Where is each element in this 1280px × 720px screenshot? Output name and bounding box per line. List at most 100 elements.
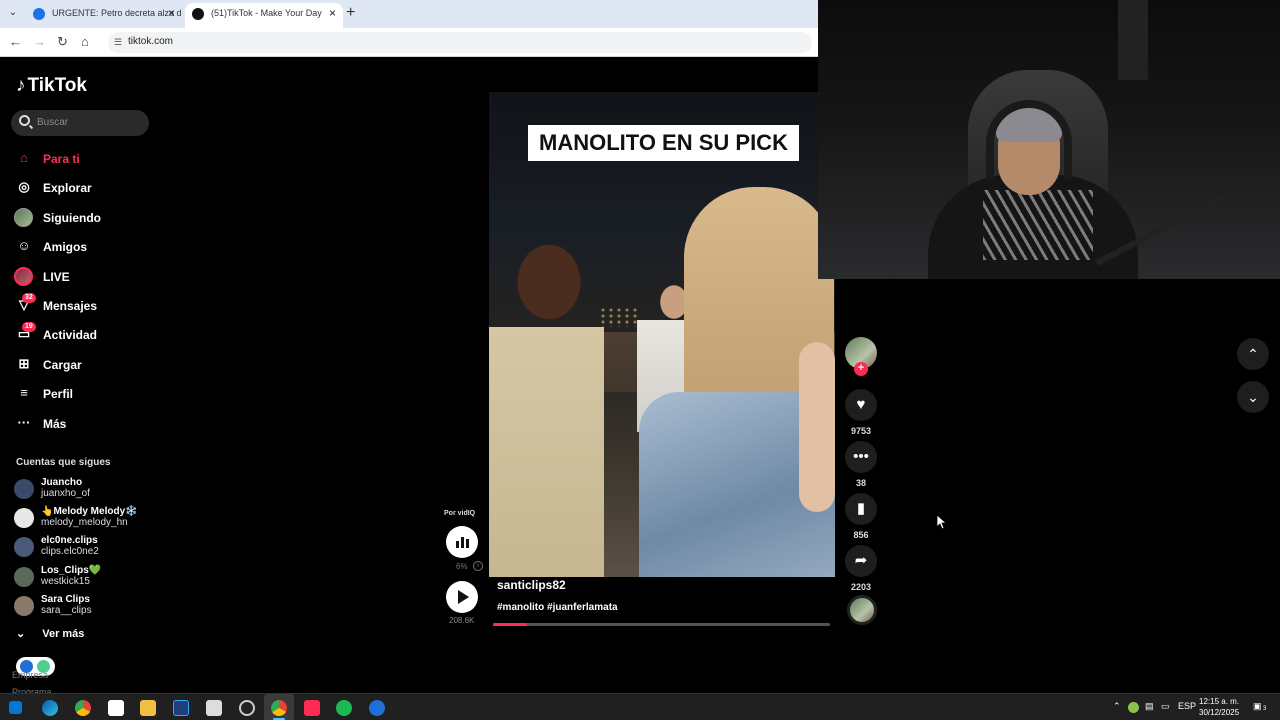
network-icon[interactable]: ▤ — [1145, 701, 1154, 712]
nav-item-cargar[interactable]: ⊞ Cargar — [0, 349, 160, 378]
more-icon: ··· — [17, 414, 31, 430]
display-icon[interactable]: ▭ — [1161, 701, 1170, 712]
save-button[interactable]: ▮ 856 — [845, 493, 877, 540]
music-disc-avatar[interactable] — [847, 595, 877, 625]
close-tab-icon[interactable]: × — [168, 6, 175, 20]
notification-icon[interactable]: ▣ — [1253, 701, 1262, 712]
chrome-icon[interactable] — [75, 700, 91, 716]
comment-button[interactable]: ••• 38 — [845, 441, 877, 488]
home-icon[interactable]: ⌂ — [81, 34, 89, 49]
nav-label: Para ti — [43, 152, 80, 166]
nav-item-actividad[interactable]: ▭ 19 Actividad — [0, 319, 160, 348]
nav-item-siguiendo[interactable]: Siguiendo — [0, 202, 160, 231]
previous-video-chevron-up-icon[interactable]: ⌃ — [1237, 338, 1269, 370]
nav-item-amigos[interactable]: ☺ Amigos — [0, 231, 160, 260]
info-icon[interactable]: i — [473, 561, 483, 571]
nav-item-live[interactable]: LIVE — [0, 261, 160, 290]
nav-item-perfil[interactable]: ≡ Perfil — [0, 378, 160, 407]
vidiq-stats-button[interactable] — [446, 526, 478, 558]
avatar — [14, 595, 34, 616]
back-arrow-icon[interactable]: ← — [9, 34, 22, 49]
nav-label: Mensajes — [43, 298, 98, 313]
video-hashtags[interactable]: #manolito #juanferlamata — [497, 602, 618, 613]
logo-text: TikTok — [27, 75, 87, 96]
messages-badge: 32 — [22, 292, 36, 303]
bar-chart-icon — [466, 539, 469, 548]
chevron-down-icon: ⌄ — [16, 628, 26, 640]
capcut-icon[interactable] — [206, 700, 222, 716]
see-more-button[interactable]: ⌄ Ver más — [16, 627, 84, 640]
nav-item-explorar[interactable]: ◎ Explorar — [0, 172, 160, 201]
avatar — [14, 508, 34, 529]
following-name: elc0ne.clips — [41, 535, 98, 547]
see-more-label: Ver más — [42, 628, 85, 640]
browser-tab-news[interactable]: URGENTE: Petro decreta alza d × — [26, 3, 182, 28]
share-count: 2203 — [850, 582, 872, 592]
video-author[interactable]: santiclips82 — [497, 578, 566, 592]
new-tab-button[interactable]: + — [346, 4, 355, 22]
following-name: Sara Clips — [41, 593, 90, 605]
nav-label: Explorar — [43, 181, 92, 196]
like-count: 9753 — [850, 426, 872, 436]
following-item[interactable]: Juancho juanxho_of — [0, 475, 160, 504]
avatar — [14, 566, 34, 587]
site-info-icon[interactable]: ☰ — [114, 37, 122, 48]
nav-label: Siguiendo — [43, 210, 101, 225]
webcam-overlay — [818, 0, 1280, 279]
video-progress-bar[interactable] — [493, 623, 830, 626]
close-tab-icon[interactable]: × — [329, 6, 336, 20]
chrome-active-icon[interactable] — [271, 700, 287, 716]
app-icon[interactable] — [108, 700, 124, 716]
edge-icon[interactable] — [42, 700, 58, 716]
following-item[interactable]: 👆Melody Melody❄️ melody_melody_hn — [0, 504, 160, 533]
friends-icon: ☺ — [17, 238, 31, 254]
following-item[interactable]: Sara Clips sara__clips — [0, 592, 160, 621]
app-icon[interactable] — [369, 700, 385, 716]
browser-tab-tiktok[interactable]: (51)TikTok - Make Your Day × — [185, 3, 343, 28]
tab-title: URGENTE: Petro decreta alza d — [52, 8, 182, 18]
spotify-icon[interactable] — [336, 700, 352, 716]
following-username: sara__clips — [41, 604, 92, 616]
nav-label: Cargar — [43, 357, 82, 372]
language-indicator[interactable]: ESP — [1178, 701, 1196, 711]
reload-icon[interactable]: ↻ — [57, 34, 68, 50]
nav-item-para-ti[interactable]: ⌂ Para ti — [0, 143, 160, 172]
file-explorer-icon[interactable] — [140, 700, 156, 716]
nav-item-mensajes[interactable]: ▽ 32 Mensajes — [0, 290, 160, 319]
webcam-scene-shirt-print — [983, 190, 1093, 260]
following-avatar-icon — [14, 207, 33, 227]
footer-link-company[interactable]: Empresa — [12, 670, 48, 680]
obs-icon[interactable] — [239, 700, 255, 716]
video-player[interactable] — [489, 92, 835, 577]
tab-search-chevron-icon[interactable]: ⌄ — [4, 4, 22, 22]
tiktok-app-icon[interactable] — [304, 700, 320, 716]
like-button[interactable]: ♥ 9753 — [845, 389, 877, 436]
nav-label: Amigos — [43, 240, 88, 255]
upload-icon: ⊞ — [18, 355, 30, 371]
url-text: tiktok.com — [128, 36, 174, 47]
nav-label: LIVE — [43, 269, 70, 284]
video-scene-arm — [799, 342, 835, 512]
next-video-chevron-down-icon[interactable]: ⌄ — [1237, 381, 1269, 413]
following-item[interactable]: Los_Clips💚 westkick15 — [0, 563, 160, 592]
address-bar[interactable]: ☰ tiktok.com — [108, 32, 812, 53]
photoshop-icon[interactable] — [173, 700, 189, 716]
windows-start-icon[interactable] — [9, 701, 22, 714]
following-item[interactable]: elc0ne.clips clips.elc0ne2 — [0, 533, 160, 562]
tray-chevron-up-icon[interactable]: ⌃ — [1113, 701, 1121, 712]
clock[interactable]: 12:15 a. m. 30/12/2025 — [1199, 696, 1239, 718]
tray-app-icon[interactable] — [1128, 702, 1139, 713]
tiktok-logo[interactable]: ♪ TikTok — [16, 75, 87, 97]
home-icon: ⌂ — [20, 150, 28, 165]
vidiq-label: Por vidIQ — [444, 510, 476, 517]
video-overlay-caption: MANOLITO EN SU PICK — [528, 125, 799, 161]
search-input[interactable]: Buscar — [11, 110, 149, 136]
play-button[interactable] — [446, 581, 478, 613]
compass-icon: ◎ — [18, 179, 30, 195]
follow-plus-icon[interactable]: + — [854, 362, 868, 376]
avatar — [14, 537, 34, 558]
forward-arrow-icon[interactable]: → — [33, 34, 46, 49]
share-button[interactable]: ➦ 2203 — [845, 545, 877, 592]
profile-icon: ≡ — [20, 385, 28, 401]
nav-item-mas[interactable]: ··· Más — [0, 408, 160, 437]
